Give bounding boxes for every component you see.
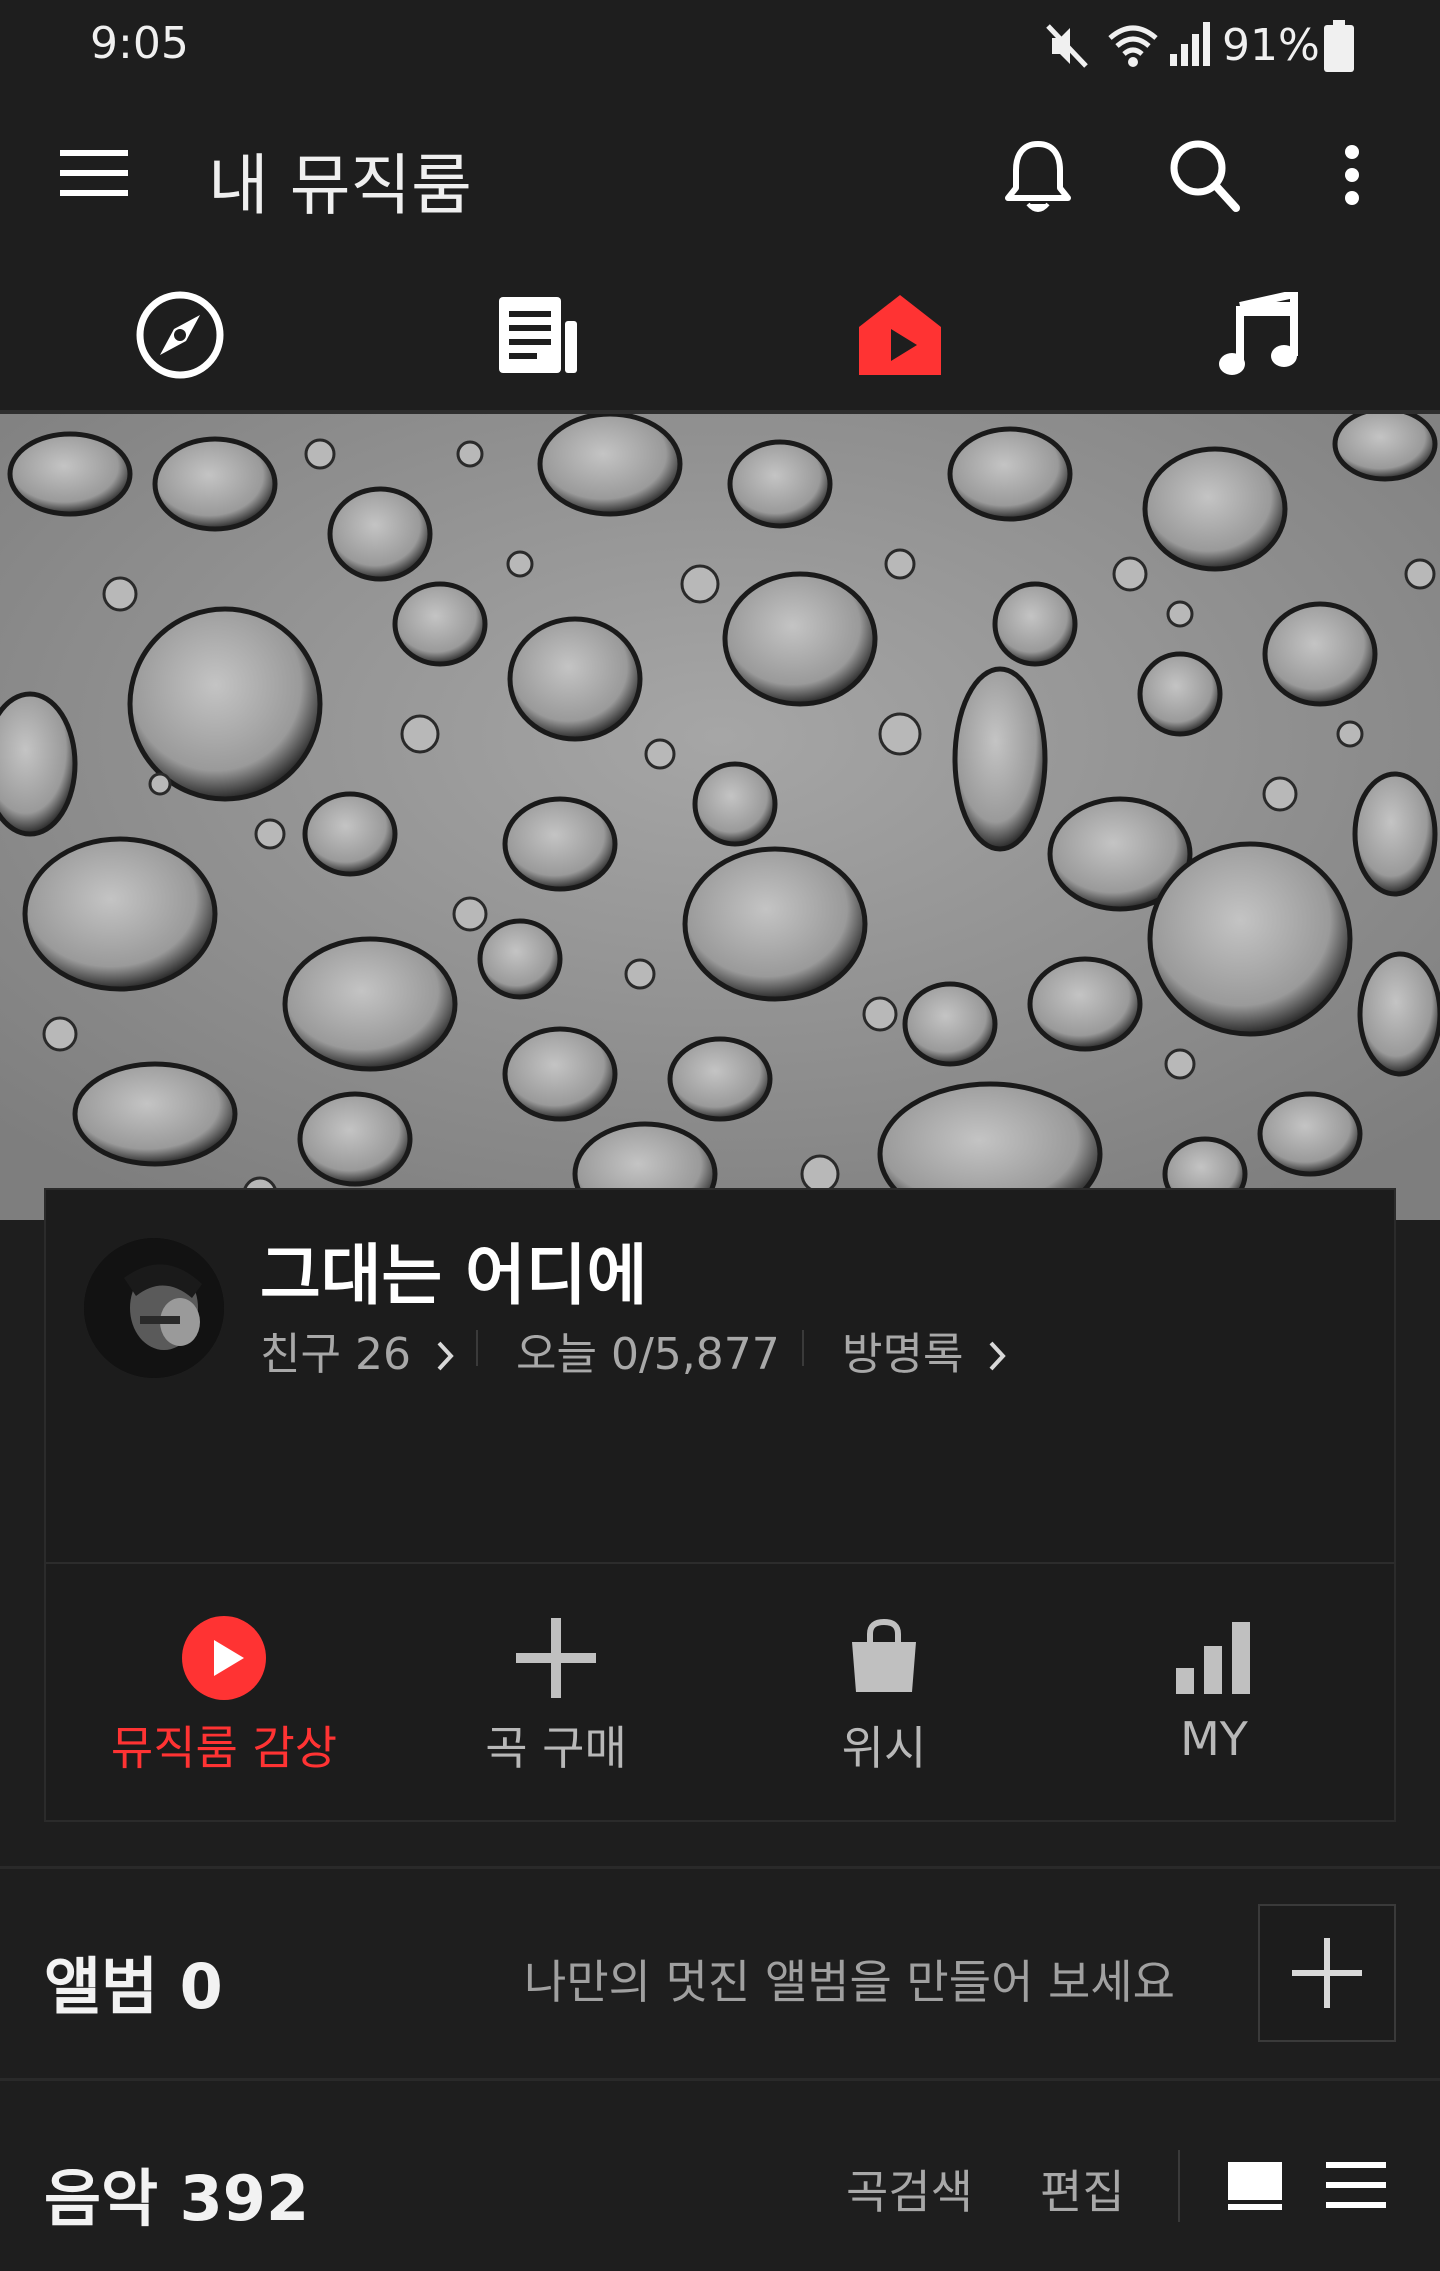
plus-icon bbox=[516, 1618, 596, 1698]
battery-icon bbox=[1324, 20, 1354, 72]
mute-icon bbox=[1046, 24, 1088, 68]
song-search-link[interactable]: 곡검색 bbox=[846, 2156, 973, 2222]
compass-icon bbox=[136, 291, 224, 379]
shopping-bag-icon bbox=[852, 1618, 916, 1692]
card-divider bbox=[46, 1562, 1394, 1564]
avatar[interactable] bbox=[84, 1238, 224, 1378]
friends-count: 친구 26 bbox=[260, 1329, 411, 1380]
chevron-right-icon bbox=[437, 1341, 454, 1371]
action-label: 뮤직룸 감상 bbox=[110, 1721, 338, 1775]
tab-discover[interactable] bbox=[80, 256, 280, 414]
friends-link[interactable]: 친구 26 bbox=[260, 1318, 457, 1382]
music-section-title: 음악 392 bbox=[44, 2162, 310, 2235]
stat-divider bbox=[802, 1330, 804, 1366]
tab-music-room[interactable] bbox=[800, 256, 1000, 414]
grid-view-icon[interactable] bbox=[1226, 2160, 1284, 2212]
wifi-icon bbox=[1108, 25, 1158, 67]
page-title: 내 뮤직룸 bbox=[208, 147, 472, 224]
toolbar-divider bbox=[1178, 2150, 1180, 2222]
edit-link[interactable]: 편집 bbox=[1040, 2156, 1125, 2222]
wish-button[interactable]: 위시 bbox=[734, 1600, 1034, 1790]
play-circle-icon bbox=[182, 1616, 266, 1700]
section-divider bbox=[0, 2078, 1440, 2081]
menu-icon[interactable] bbox=[60, 148, 128, 198]
music-room-icon bbox=[859, 295, 941, 375]
album-section-title: 앨범 0 bbox=[44, 1950, 223, 2023]
guestbook-label: 방명록 bbox=[842, 1329, 964, 1380]
tab-music[interactable] bbox=[1158, 256, 1358, 414]
stat-divider bbox=[476, 1330, 478, 1366]
album-hint: 나만의 멋진 앨범을 만들어 보세요 bbox=[524, 1955, 1175, 2009]
chevron-right-icon bbox=[989, 1341, 1007, 1371]
music-room-play-button[interactable]: 뮤직룸 감상 bbox=[74, 1600, 374, 1790]
music-note-icon bbox=[1219, 292, 1298, 375]
add-album-button[interactable] bbox=[1258, 1904, 1396, 2042]
action-label: 위시 bbox=[841, 1721, 927, 1775]
guestbook-link[interactable]: 방명록 bbox=[842, 1318, 1009, 1382]
news-icon bbox=[499, 297, 577, 373]
tab-news[interactable] bbox=[438, 256, 638, 414]
today-visitors: 오늘 0/5,877 bbox=[516, 1329, 780, 1380]
section-divider bbox=[0, 1866, 1440, 1869]
status-bar: 9:05 91% bbox=[0, 0, 1440, 96]
cover-image bbox=[0, 414, 1440, 1220]
bar-chart-icon bbox=[1176, 1622, 1250, 1694]
buy-songs-button[interactable]: 곡 구매 bbox=[406, 1600, 706, 1790]
battery-percent: 91% bbox=[1222, 20, 1320, 71]
nickname: 그대는 어디에 bbox=[260, 1237, 648, 1314]
list-view-icon[interactable] bbox=[1326, 2160, 1386, 2210]
action-label: 곡 구매 bbox=[485, 1721, 627, 1775]
bell-icon[interactable] bbox=[1004, 138, 1072, 214]
action-label: MY bbox=[1180, 1712, 1248, 1766]
my-button[interactable]: MY bbox=[1064, 1600, 1364, 1790]
search-icon[interactable] bbox=[1168, 138, 1240, 212]
plus-icon bbox=[1292, 1938, 1362, 2008]
status-time: 9:05 bbox=[90, 18, 189, 69]
tab-bar bbox=[0, 256, 1440, 414]
more-vert-icon[interactable] bbox=[1340, 142, 1364, 208]
signal-icon bbox=[1170, 22, 1210, 66]
